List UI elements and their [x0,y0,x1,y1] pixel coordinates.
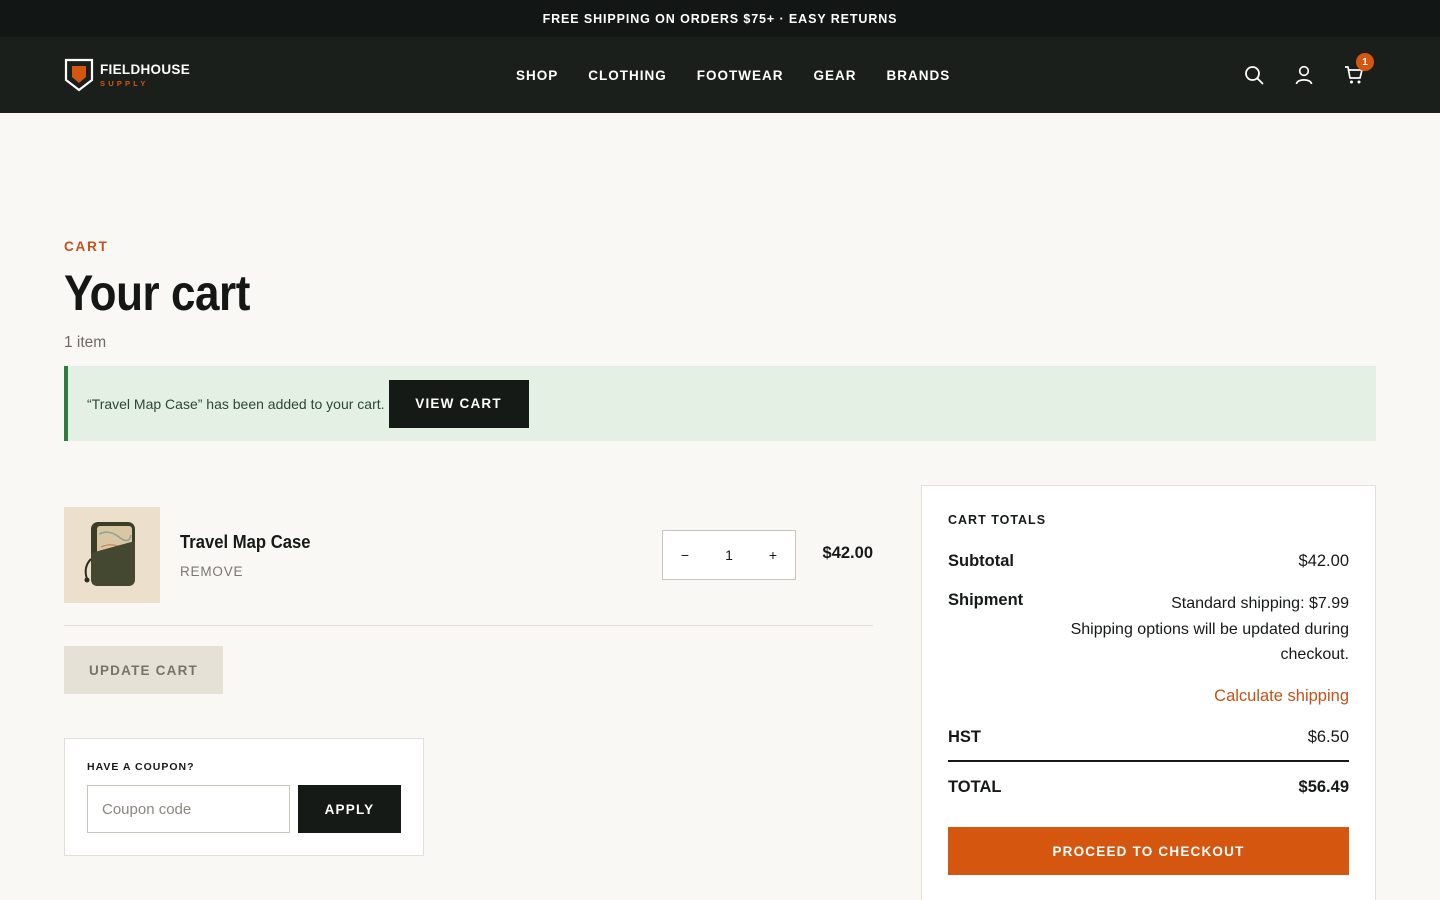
shipping-method: Standard shipping: $7.99 [1171,595,1349,612]
apply-coupon-button[interactable]: APPLY [298,785,401,833]
brand-tagline: SUPPLY [100,78,149,88]
nav-shop[interactable]: SHOP [501,68,573,83]
coupon-input[interactable] [87,785,290,833]
subtotal-value: $42.00 [1298,552,1349,570]
coupon-label: HAVE A COUPON? [87,761,195,773]
update-cart-button[interactable]: UPDATE CART [64,646,223,694]
increment-button[interactable]: + [751,547,795,563]
shipping-note: Shipping options will be updated during [1070,620,1349,638]
coupon-box: HAVE A COUPON? APPLY [64,738,424,856]
tax-value: $6.50 [1307,728,1349,746]
nav-gear[interactable]: GEAR [799,68,872,83]
brand-name: FIELDHOUSE [100,62,191,77]
total-value: $56.49 [1298,778,1349,796]
page-title: Your cart [64,265,250,321]
notice-text: “Travel Map Case” has been added to your… [87,395,385,412]
decrement-button[interactable]: − [663,547,707,563]
remove-item-link[interactable]: REMOVE [180,564,243,579]
announcement-text: FREE SHIPPING ON ORDERS $75+ · EASY RETU… [542,11,898,26]
cart-totals-panel: CART TOTALS Subtotal $42.00 Shipment Sta… [921,485,1376,900]
calculate-shipping-link[interactable]: Calculate shipping [1214,687,1349,706]
subtotal-label: Subtotal [948,552,1014,570]
proceed-to-checkout-button[interactable]: PROCEED TO CHECKOUT [948,827,1349,875]
search-icon[interactable] [1244,65,1264,85]
totals-divider [948,760,1349,762]
product-name[interactable]: Travel Map Case [180,531,311,553]
shipment-row: Shipment Standard shipping: $7.99 Shippi… [948,591,1349,668]
cart-icon[interactable]: 1 [1344,53,1374,85]
total-label: TOTAL [948,778,1002,796]
announcement-bar: FREE SHIPPING ON ORDERS $75+ · EASY RETU… [0,0,1440,37]
view-cart-button[interactable]: VIEW CART [388,379,529,428]
subtotal-row: Subtotal $42.00 [948,552,1349,571]
nav-clothing[interactable]: CLOTHING [573,68,682,83]
site-header: FIELDHOUSE SUPPLY SHOP CLOTHING FOOTWEAR… [0,37,1440,113]
shield-logo-icon [64,58,94,92]
main-nav: SHOP CLOTHING FOOTWEAR GEAR BRANDS [501,37,965,113]
cart-page: CART Your cart 1 item “Travel Map Case” … [0,113,1440,900]
nav-footwear[interactable]: FOOTWEAR [682,68,799,83]
total-row: TOTAL $56.49 [948,778,1349,797]
cart-line-item: Travel Map Case REMOVE − 1 + $42.00 [64,507,873,626]
logo[interactable]: FIELDHOUSE SUPPLY [64,58,190,92]
shipping-note-cont: checkout. [1280,646,1349,663]
added-to-cart-notice: “Travel Map Case” has been added to your… [64,366,1376,441]
quantity-stepper: − 1 + [662,530,796,580]
cart-totals-heading: CART TOTALS [948,513,1047,527]
nav-brands[interactable]: BRANDS [872,68,966,83]
quantity-value[interactable]: 1 [707,547,751,563]
product-thumbnail[interactable] [64,507,160,603]
page-eyebrow: CART [64,239,109,254]
map-case-image-icon [84,522,135,586]
cart-item-count: 1 item [64,334,107,351]
shipment-label: Shipment [948,591,1024,609]
user-icon[interactable] [1294,65,1314,85]
tax-row: HST $6.50 [948,728,1349,747]
tax-label: HST [948,728,981,746]
cart-count-badge: 1 [1356,53,1374,71]
header-actions: 1 [1244,37,1374,113]
line-item-price: $42.00 [822,544,873,562]
